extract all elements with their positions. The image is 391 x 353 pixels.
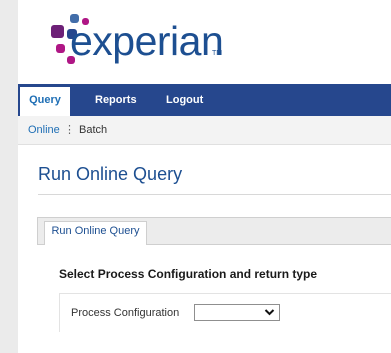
experian-logo[interactable]: experian TM	[34, 6, 224, 72]
main-nav: Query Reports Logout	[18, 84, 391, 116]
logo-wordmark: experian	[70, 18, 224, 64]
chevron-down-icon	[264, 306, 275, 322]
page: experian TM Query Reports Logout Online …	[18, 0, 391, 353]
page-title: Run Online Query	[38, 164, 183, 184]
nav-item-logout[interactable]: Logout	[166, 84, 203, 116]
subnav-separator: ⋮	[64, 124, 75, 136]
subnav-item-online[interactable]: Online	[28, 116, 60, 144]
subnav-item-batch[interactable]: Batch	[79, 116, 107, 144]
section-heading: Select Process Configuration and return …	[59, 267, 318, 281]
window-left-edge	[0, 0, 18, 353]
sub-nav: Online ⋮ Batch	[18, 116, 391, 145]
nav-item-reports[interactable]: Reports	[95, 84, 137, 116]
nav-item-query[interactable]: Query	[20, 84, 70, 116]
process-config-panel: Process Configuration C	[59, 293, 391, 332]
process-config-label: Process Configuration	[71, 307, 180, 319]
tab-run-online-query[interactable]: Run Online Query	[44, 221, 147, 245]
title-divider	[38, 194, 391, 195]
process-config-select[interactable]	[194, 304, 280, 321]
tab-strip: Run Online Query	[37, 217, 391, 245]
logo-trademark: TM	[212, 50, 223, 57]
logo-dots-icon	[34, 6, 89, 72]
